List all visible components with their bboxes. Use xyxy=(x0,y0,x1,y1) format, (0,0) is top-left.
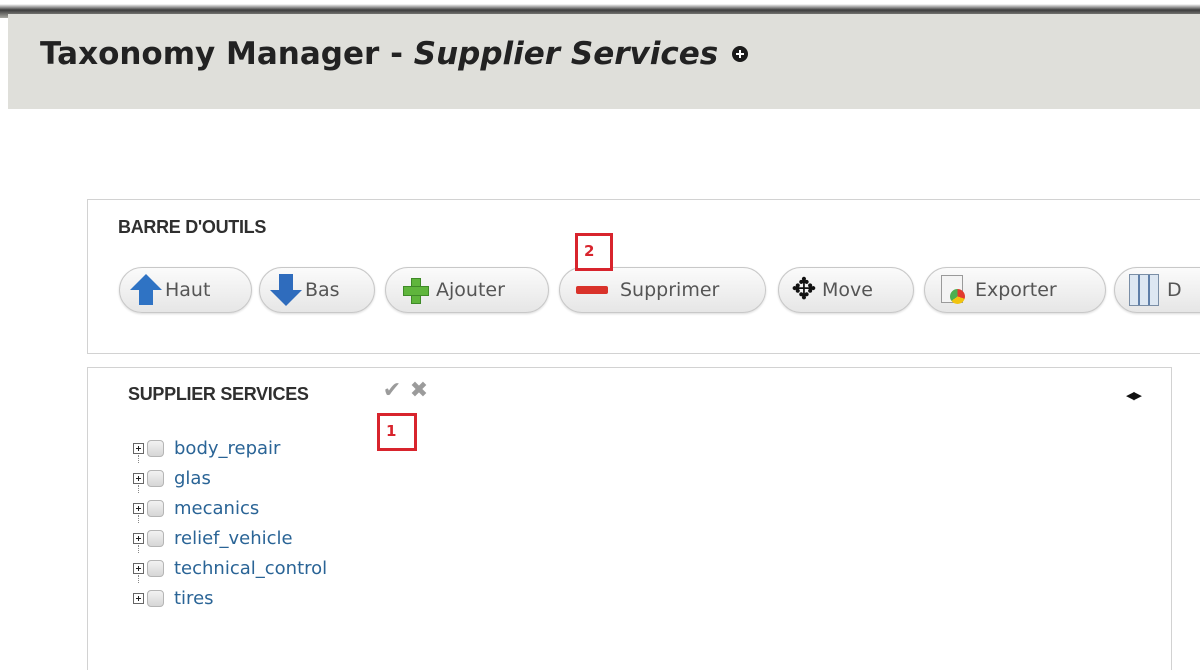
page-title: Taxonomy Manager - Supplier Services xyxy=(40,36,749,72)
tree-item: mecanics xyxy=(133,485,327,523)
move-button-label: Move xyxy=(822,279,873,301)
down-button-label: Bas xyxy=(305,279,340,301)
term-link-technical-control[interactable]: technical_control xyxy=(174,558,327,579)
expand-plus-icon[interactable] xyxy=(133,502,144,514)
export-button-label: Exporter xyxy=(975,279,1057,301)
add-button-label: Ajouter xyxy=(436,279,505,301)
tree-panel: SUPPLIER SERVICES ✔ ✖ ◀▶ body_repair gla… xyxy=(87,367,1172,670)
expand-plus-icon[interactable] xyxy=(133,562,144,574)
columns-icon xyxy=(1129,274,1159,306)
up-button[interactable]: Haut xyxy=(119,267,252,313)
tree-connector xyxy=(138,455,139,463)
tree-connector xyxy=(138,575,139,583)
term-link-glas[interactable]: glas xyxy=(174,468,211,489)
tree-item: tires xyxy=(133,575,327,613)
move-icon: ✥ xyxy=(791,272,817,307)
arrow-up-icon xyxy=(130,274,162,306)
minus-icon xyxy=(576,283,608,297)
tree-item: body_repair xyxy=(133,433,327,463)
tree-connector xyxy=(138,515,139,523)
expand-collapse-arrows-icon[interactable]: ◀▶ xyxy=(1126,389,1142,402)
down-button[interactable]: Bas xyxy=(259,267,375,313)
page-title-main: Taxonomy Manager - xyxy=(40,36,414,72)
export-button[interactable]: Exporter xyxy=(924,267,1106,313)
toolbar-panel: BARRE D'OUTILS Haut Bas Ajouter Supprime… xyxy=(87,199,1200,354)
add-vocabulary-icon[interactable] xyxy=(732,46,749,62)
expand-plus-icon[interactable] xyxy=(133,472,144,484)
page-title-vocabulary: Supplier Services xyxy=(413,36,719,72)
term-checkbox[interactable] xyxy=(147,439,164,457)
arrow-down-icon xyxy=(270,274,302,306)
term-checkbox[interactable] xyxy=(147,559,164,577)
tree-header-icons: ✔ ✖ xyxy=(380,379,432,403)
tree-connector xyxy=(138,545,139,553)
deselect-all-cross-icon[interactable]: ✖ xyxy=(406,379,432,403)
tree-item: glas xyxy=(133,455,327,493)
term-link-body-repair[interactable]: body_repair xyxy=(174,438,280,459)
term-checkbox[interactable] xyxy=(147,469,164,487)
term-link-mecanics[interactable]: mecanics xyxy=(174,498,259,519)
term-tree: body_repair glas mecanics relief_vehicle… xyxy=(133,433,327,613)
up-button-label: Haut xyxy=(165,279,211,301)
term-link-tires[interactable]: tires xyxy=(174,588,214,609)
annotation-marker-2: 2 xyxy=(575,233,613,271)
term-checkbox[interactable] xyxy=(147,589,164,607)
tree-heading: SUPPLIER SERVICES xyxy=(128,384,309,404)
expand-plus-icon[interactable] xyxy=(133,592,144,604)
add-button[interactable]: Ajouter xyxy=(385,267,549,313)
annotation-marker-1: 1 xyxy=(377,413,417,451)
delete-button[interactable]: Supprimer xyxy=(559,267,766,313)
columns-button[interactable]: D xyxy=(1114,267,1200,313)
term-link-relief-vehicle[interactable]: relief_vehicle xyxy=(174,528,293,549)
delete-button-label: Supprimer xyxy=(620,279,720,301)
tree-connector xyxy=(138,485,139,493)
plus-icon xyxy=(402,277,429,304)
tree-item: technical_control xyxy=(133,545,327,583)
move-button[interactable]: ✥ Move xyxy=(778,267,914,313)
columns-button-label: D xyxy=(1167,279,1182,301)
export-icon xyxy=(937,274,967,306)
expand-plus-icon[interactable] xyxy=(133,532,144,544)
tree-item: relief_vehicle xyxy=(133,515,327,553)
term-checkbox[interactable] xyxy=(147,499,164,517)
toolbar-heading: BARRE D'OUTILS xyxy=(118,217,267,237)
term-checkbox[interactable] xyxy=(147,529,164,547)
expand-plus-icon[interactable] xyxy=(133,442,144,454)
select-all-check-icon[interactable]: ✔ xyxy=(380,379,404,403)
